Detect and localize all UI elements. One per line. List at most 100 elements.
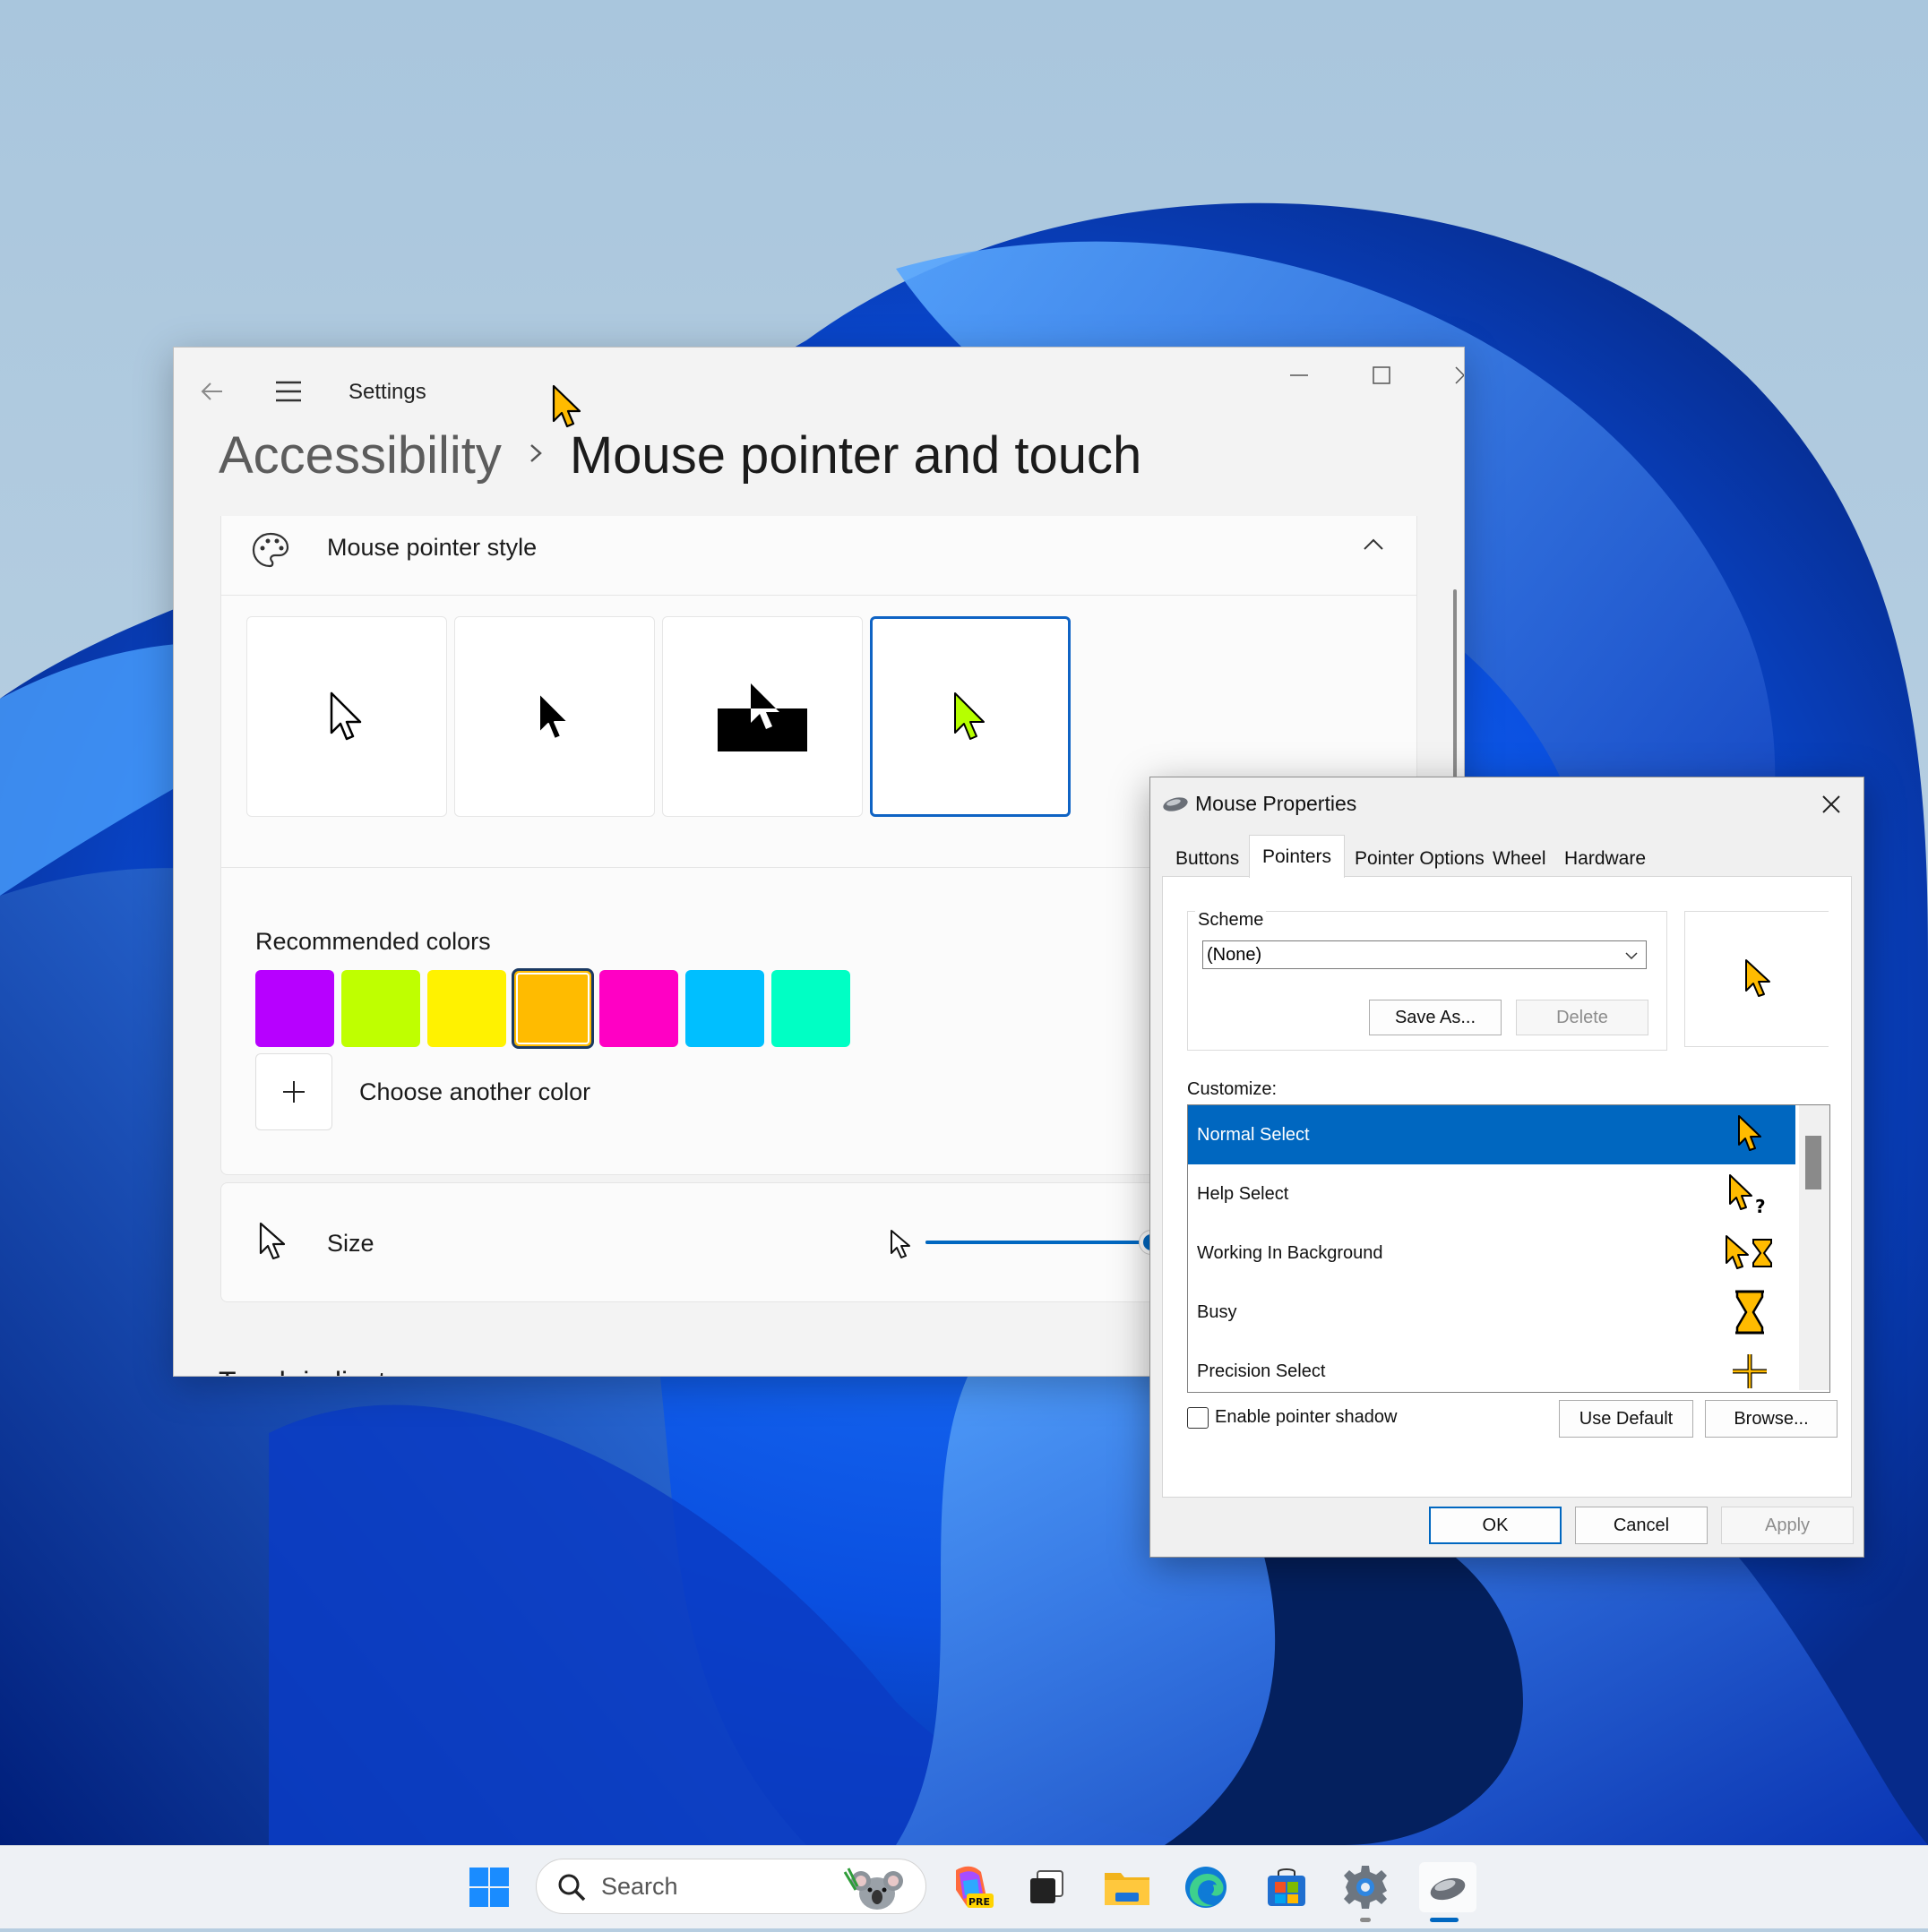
tab-buttons[interactable]: Buttons bbox=[1163, 842, 1252, 876]
white-cursor-icon bbox=[330, 691, 362, 741]
scheme-label: Scheme bbox=[1195, 910, 1267, 931]
slider-fill bbox=[925, 1241, 1151, 1244]
black-cursor-icon bbox=[538, 692, 569, 740]
list-item-label: Precision Select bbox=[1197, 1361, 1326, 1381]
cursor-list: Normal Select Help Select ? Working In B… bbox=[1187, 1104, 1830, 1393]
arrow-cursor-icon bbox=[1745, 959, 1770, 997]
color-swatch[interactable] bbox=[771, 970, 850, 1047]
use-default-button[interactable]: Use Default bbox=[1559, 1400, 1693, 1438]
tab-pointers[interactable]: Pointers bbox=[1249, 835, 1346, 878]
close-button[interactable] bbox=[1423, 348, 1464, 403]
color-swatch[interactable] bbox=[341, 970, 420, 1047]
ok-button[interactable]: OK bbox=[1429, 1507, 1562, 1544]
list-item-label: Help Select bbox=[1197, 1183, 1289, 1204]
list-scroll-thumb[interactable] bbox=[1805, 1136, 1821, 1189]
breadcrumb-parent[interactable]: Accessibility bbox=[219, 425, 502, 485]
tab-pointer-options[interactable]: Pointer Options bbox=[1342, 842, 1497, 876]
list-item-busy[interactable]: Busy bbox=[1188, 1283, 1795, 1342]
scheme-dropdown[interactable]: (None) bbox=[1202, 940, 1647, 969]
search-icon bbox=[558, 1874, 586, 1902]
store-icon bbox=[1268, 1868, 1305, 1906]
file-explorer-button[interactable] bbox=[1102, 1862, 1152, 1912]
size-label: Size bbox=[327, 1230, 374, 1257]
chevron-up-icon bbox=[1361, 532, 1386, 562]
chevron-down-icon bbox=[1625, 952, 1638, 960]
save-as-button[interactable]: Save As... bbox=[1369, 1000, 1502, 1035]
enable-shadow-label: Enable pointer shadow bbox=[1215, 1407, 1398, 1427]
pointer-style-inverted[interactable] bbox=[662, 616, 863, 817]
customize-label: Customize: bbox=[1187, 1079, 1278, 1099]
edge-button[interactable] bbox=[1181, 1862, 1231, 1912]
hamburger-icon bbox=[276, 381, 301, 402]
cancel-button[interactable]: Cancel bbox=[1575, 1507, 1708, 1544]
settings-icon bbox=[1344, 1866, 1387, 1909]
touch-indicator-heading: Touch indicator bbox=[219, 1360, 411, 1376]
pointer-style-label: Mouse pointer style bbox=[327, 534, 538, 561]
pointer-style-white[interactable] bbox=[246, 616, 447, 817]
color-swatch[interactable] bbox=[427, 970, 506, 1047]
minimize-button[interactable] bbox=[1258, 348, 1340, 403]
hourglass-cursor-icon bbox=[1720, 1283, 1779, 1342]
mouse-properties-dialog: Mouse Properties Buttons Pointers Pointe… bbox=[1149, 777, 1864, 1558]
maximize-icon bbox=[1373, 366, 1390, 384]
store-button[interactable] bbox=[1261, 1862, 1312, 1912]
list-item-label: Busy bbox=[1197, 1301, 1237, 1322]
arrow-cursor-icon bbox=[1720, 1105, 1779, 1164]
file-explorer-icon bbox=[1105, 1873, 1149, 1905]
copilot-icon: PRE bbox=[956, 1866, 994, 1908]
plus-icon bbox=[283, 1081, 305, 1103]
color-swatch[interactable] bbox=[685, 970, 764, 1047]
task-view-button[interactable] bbox=[1021, 1862, 1072, 1912]
crosshair-cursor-icon bbox=[1720, 1342, 1779, 1392]
running-indicator bbox=[1360, 1918, 1371, 1922]
dialog-close-button[interactable] bbox=[1815, 788, 1847, 820]
task-view-icon bbox=[1030, 1870, 1063, 1903]
copilot-button[interactable]: PRE bbox=[946, 1862, 996, 1912]
list-item-normal-select[interactable]: Normal Select bbox=[1188, 1105, 1795, 1164]
pointer-size-icon bbox=[255, 1221, 288, 1267]
list-item-label: Normal Select bbox=[1197, 1124, 1310, 1145]
list-item-precision-select[interactable]: Precision Select bbox=[1188, 1342, 1795, 1392]
mouse-properties-icon bbox=[1430, 1877, 1466, 1901]
custom-color-cursor-icon bbox=[954, 692, 985, 740]
window-title: Settings bbox=[349, 380, 426, 404]
apply-button[interactable]: Apply bbox=[1721, 1507, 1854, 1544]
list-scrollbar[interactable] bbox=[1799, 1105, 1829, 1390]
choose-color-button[interactable] bbox=[255, 1053, 332, 1130]
delete-button[interactable]: Delete bbox=[1516, 1000, 1648, 1035]
list-item-label: Working In Background bbox=[1197, 1242, 1383, 1263]
pointer-style-black[interactable] bbox=[454, 616, 655, 817]
svg-text:?: ? bbox=[1755, 1196, 1766, 1216]
choose-color-label: Choose another color bbox=[359, 1078, 591, 1105]
mouse-properties-taskbar-button[interactable] bbox=[1419, 1862, 1476, 1912]
list-item-working-in-background[interactable]: Working In Background bbox=[1188, 1224, 1795, 1283]
windows-logo-icon bbox=[469, 1868, 509, 1907]
recommended-colors-label: Recommended colors bbox=[255, 928, 491, 955]
palette-icon bbox=[250, 530, 291, 576]
pointer-style-header[interactable]: Mouse pointer style bbox=[221, 516, 1416, 595]
color-swatch[interactable] bbox=[512, 968, 594, 1049]
page-title: Mouse pointer and touch bbox=[569, 425, 1142, 485]
pointer-style-custom[interactable] bbox=[870, 616, 1071, 817]
back-arrow-icon bbox=[201, 382, 222, 400]
enable-shadow-checkbox[interactable] bbox=[1187, 1407, 1209, 1429]
inverted-cursor-icon bbox=[718, 683, 807, 751]
svg-text:PRE: PRE bbox=[968, 1896, 990, 1908]
maximize-button[interactable] bbox=[1340, 348, 1423, 403]
tab-hardware[interactable]: Hardware bbox=[1552, 842, 1658, 876]
settings-button[interactable] bbox=[1340, 1862, 1390, 1912]
start-button[interactable] bbox=[464, 1862, 514, 1912]
scheme-value: (None) bbox=[1207, 944, 1262, 965]
color-swatch[interactable] bbox=[599, 970, 678, 1047]
nav-menu-button[interactable] bbox=[274, 380, 303, 403]
help-cursor-icon: ? bbox=[1720, 1164, 1779, 1224]
breadcrumb: Accessibility Mouse pointer and touch bbox=[219, 424, 1141, 486]
color-swatch[interactable] bbox=[255, 970, 334, 1047]
tab-wheel[interactable]: Wheel bbox=[1480, 842, 1559, 876]
browse-button[interactable]: Browse... bbox=[1705, 1400, 1838, 1438]
list-item-help-select[interactable]: Help Select ? bbox=[1188, 1164, 1795, 1224]
mouse-cursor-icon bbox=[548, 383, 584, 434]
edge-icon bbox=[1185, 1867, 1227, 1908]
search-box[interactable]: Search bbox=[536, 1859, 926, 1914]
back-button[interactable] bbox=[199, 378, 226, 405]
